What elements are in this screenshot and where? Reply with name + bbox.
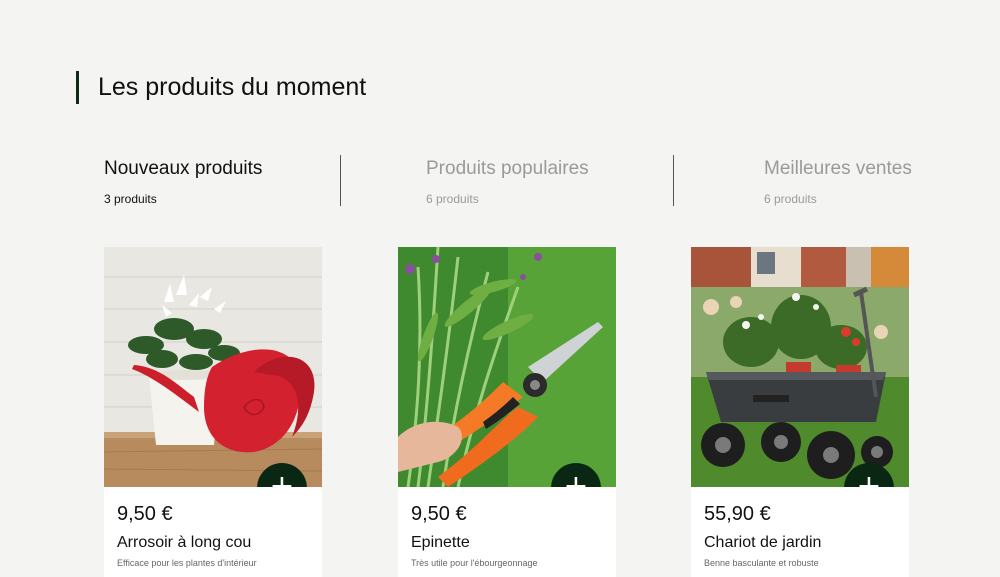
- product-description: Très utile pour l'ébourgeonnage: [411, 558, 538, 568]
- product-image-garden-cart[interactable]: +: [691, 247, 909, 487]
- product-name[interactable]: Epinette: [411, 533, 470, 553]
- product-card-pruning-shears[interactable]: + 9,50 € Epinette Très utile pour l'ébou…: [398, 247, 616, 577]
- product-price: 9,50 €: [117, 503, 173, 525]
- product-card-garden-cart[interactable]: + 55,90 € Chariot de jardin Benne bascul…: [691, 247, 909, 577]
- product-description: Efficace pour les plantes d'intérieur: [117, 558, 257, 568]
- product-description: Benne basculante et robuste: [704, 558, 819, 568]
- tab-count: 6 produits: [764, 192, 817, 206]
- product-image-pruning-shears[interactable]: +: [398, 247, 616, 487]
- product-name[interactable]: Arrosoir à long cou: [117, 533, 251, 553]
- tab-divider: [673, 155, 674, 206]
- tab-divider: [340, 155, 341, 206]
- product-price: 9,50 €: [411, 503, 467, 525]
- product-price: 55,90 €: [704, 503, 771, 525]
- tab-title: Nouveaux produits: [104, 158, 263, 179]
- tab-title: Produits populaires: [426, 158, 589, 179]
- tab-popular-products[interactable]: Produits populaires 6 produits: [426, 158, 589, 206]
- section-title: Les produits du moment: [76, 71, 366, 104]
- product-card-watering-can[interactable]: + 9,50 € Arrosoir à long cou Efficace po…: [104, 247, 322, 577]
- product-name[interactable]: Chariot de jardin: [704, 533, 821, 553]
- product-image-watering-can[interactable]: +: [104, 247, 322, 487]
- tab-count: 6 produits: [426, 192, 479, 206]
- tab-new-products[interactable]: Nouveaux produits 3 produits: [104, 158, 262, 206]
- tab-count: 3 produits: [104, 192, 157, 206]
- tab-best-sellers[interactable]: Meilleures ventes 6 produits: [764, 158, 912, 206]
- product-tabs: Nouveaux produits 3 produits Produits po…: [0, 150, 1000, 220]
- tab-title: Meilleures ventes: [764, 158, 912, 179]
